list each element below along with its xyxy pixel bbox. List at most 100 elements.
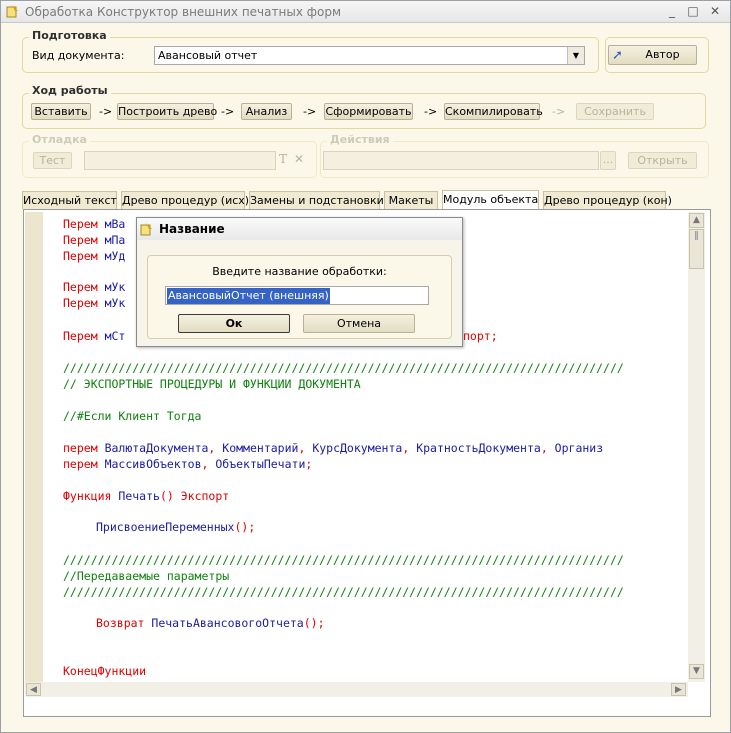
- code-identifier: ПрисвоениеПеременных: [96, 520, 235, 534]
- workflow-title: Ход работы: [29, 84, 111, 97]
- code-comment: ////////////////////////////////////////…: [63, 553, 624, 567]
- code-keyword: Функция: [63, 489, 112, 503]
- code-keyword: Перем: [63, 296, 98, 310]
- clear-text-icon[interactable]: T: [279, 152, 287, 166]
- author-button[interactable]: ➚ Автор: [608, 45, 697, 65]
- scroll-down-icon[interactable]: ▼: [689, 664, 704, 679]
- tab-source[interactable]: Исходный текст: [22, 191, 117, 209]
- code-comment: // ЭКСПОРТНЫЕ ПРОЦЕДУРЫ И ФУНКЦИИ ДОКУМЕ…: [63, 377, 361, 391]
- ok-button[interactable]: Ок: [178, 314, 290, 333]
- workflow-arrow: ->: [99, 105, 113, 118]
- actions-title: Действия: [327, 133, 393, 146]
- code-identifier: мПа: [104, 233, 126, 247]
- code-keyword: Перем: [63, 329, 98, 343]
- code-keyword: Возврат: [96, 616, 145, 630]
- dialog-title-bar: Название: [137, 218, 462, 240]
- doc-type-value: Авансовый отчет: [158, 49, 258, 62]
- app-icon: [6, 4, 20, 18]
- code-keyword: Перем: [63, 233, 98, 247]
- workflow-arrow: ->: [221, 105, 235, 118]
- workflow-arrow: ->: [552, 105, 566, 118]
- scroll-up-icon[interactable]: ▲: [689, 213, 704, 228]
- code-comment: //#Если Клиент Тогда: [63, 409, 202, 423]
- code-line: Перем мВа: [63, 216, 125, 232]
- vertical-scrollbar[interactable]: ▲ ‖ ▼: [688, 212, 705, 682]
- prep-title: Подготовка: [29, 29, 110, 42]
- code-keyword: КонецФункции: [63, 664, 147, 678]
- code-comment: ////////////////////////////////////////…: [63, 361, 624, 375]
- code-identifier: МассивОбъектов: [104, 457, 202, 471]
- tab-proc-tree-con[interactable]: Древо процедур (кон): [543, 191, 672, 209]
- maximize-icon[interactable]: □: [685, 4, 701, 18]
- code-identifier: Комментарий: [222, 441, 299, 455]
- dialog-panel: Введите название обработки: АвансовыйОтч…: [147, 255, 452, 339]
- insert-button[interactable]: Вставить: [31, 103, 91, 120]
- code-keyword: перем: [63, 441, 98, 455]
- doc-type-label: Вид документа:: [32, 49, 125, 62]
- code-line: Перем мСт: [63, 328, 125, 344]
- tab-proc-tree-src[interactable]: Древо процедур (исх): [121, 191, 249, 209]
- code-line: ПрисвоениеПеременных();: [96, 520, 256, 534]
- analysis-button[interactable]: Анализ: [241, 103, 292, 120]
- horizontal-scrollbar[interactable]: ◀ ▶: [25, 682, 688, 697]
- generate-button[interactable]: Сформировать: [324, 103, 413, 120]
- debug-input[interactable]: [84, 151, 276, 170]
- code-identifier: КурсДокумента: [312, 441, 403, 455]
- build-tree-button[interactable]: Построить древо: [117, 103, 217, 120]
- code-line: перем ВалютаДокумента, Комментарий, Курс…: [63, 441, 604, 455]
- doc-type-select[interactable]: Авансовый отчет ▼: [154, 46, 585, 65]
- cancel-button[interactable]: Отмена: [303, 314, 415, 333]
- code-line: Перем мУк: [63, 279, 125, 295]
- close-icon[interactable]: ✕: [294, 152, 304, 166]
- tab-object-module[interactable]: Модуль объекта: [442, 190, 539, 209]
- code-comment: ////////////////////////////////////////…: [63, 585, 624, 599]
- code-identifier: мУк: [104, 280, 126, 294]
- code-identifier: ВалютаДокумента: [104, 441, 209, 455]
- compile-button[interactable]: Скомпилировать: [444, 103, 543, 120]
- code-keyword: перем: [63, 457, 98, 471]
- code-identifier: мУк: [104, 296, 126, 310]
- code-line: Перем мУд: [63, 248, 125, 264]
- code-identifier: Печать: [118, 489, 160, 503]
- title-bar: Обработка Конструктор внешних печатных ф…: [1, 1, 730, 23]
- tab-layouts[interactable]: Макеты: [384, 191, 438, 209]
- tab-replacements[interactable]: Замены и подстановки: [249, 191, 384, 209]
- workflow-arrow: ->: [303, 105, 317, 118]
- name-dialog: Название Введите название обработки: Ава…: [136, 217, 463, 347]
- minimize-icon[interactable]: _: [664, 4, 680, 18]
- code-line: Перем мПа: [63, 232, 125, 248]
- code-identifier: ПечатьАвансовогоОтчета: [151, 616, 304, 630]
- dialog-prompt: Введите название обработки:: [212, 265, 387, 278]
- code-line: перем МассивОбъектов, ОбъектыПечати;: [63, 457, 313, 471]
- open-button[interactable]: Открыть: [628, 152, 697, 169]
- code-identifier: Организ: [554, 441, 604, 455]
- scroll-left-icon[interactable]: ◀: [26, 683, 41, 696]
- code-identifier: мВа: [104, 217, 126, 231]
- window-title: Обработка Конструктор внешних печатных ф…: [25, 5, 342, 19]
- workflow-arrow: ->: [424, 105, 438, 118]
- close-icon[interactable]: ✕: [707, 4, 723, 18]
- scroll-right-icon[interactable]: ▶: [671, 683, 686, 696]
- code-line: Перем мУк: [63, 295, 125, 311]
- main-window: Обработка Конструктор внешних печатных ф…: [0, 0, 731, 733]
- debug-title: Отладка: [29, 133, 90, 146]
- browse-button[interactable]: ...: [600, 151, 616, 170]
- code-identifier: мУд: [104, 249, 126, 263]
- scroll-thumb[interactable]: ‖: [689, 229, 704, 269]
- code-identifier: КратностьДокумента: [416, 441, 541, 455]
- code-keyword: Перем: [63, 249, 98, 263]
- save-button[interactable]: Сохранить: [576, 103, 654, 120]
- code-keyword: Перем: [63, 217, 98, 231]
- code-identifier: мСт: [104, 329, 126, 343]
- code-identifier: ОбъектыПечати: [215, 457, 306, 471]
- code-keyword: Перем: [63, 280, 98, 294]
- code-line: Возврат ПечатьАвансовогоОтчета();: [96, 616, 325, 630]
- editor-gutter: [25, 212, 43, 682]
- test-button[interactable]: Тест: [33, 152, 72, 169]
- dialog-title: Название: [159, 222, 225, 236]
- name-input[interactable]: АвансовыйОтчет (внешняя): [165, 286, 429, 305]
- up-arrow-icon: ➚: [612, 48, 623, 63]
- code-line: Функция Печать() Экспорт: [63, 489, 230, 503]
- chevron-down-icon[interactable]: ▼: [567, 47, 584, 64]
- file-path-input[interactable]: [323, 151, 599, 170]
